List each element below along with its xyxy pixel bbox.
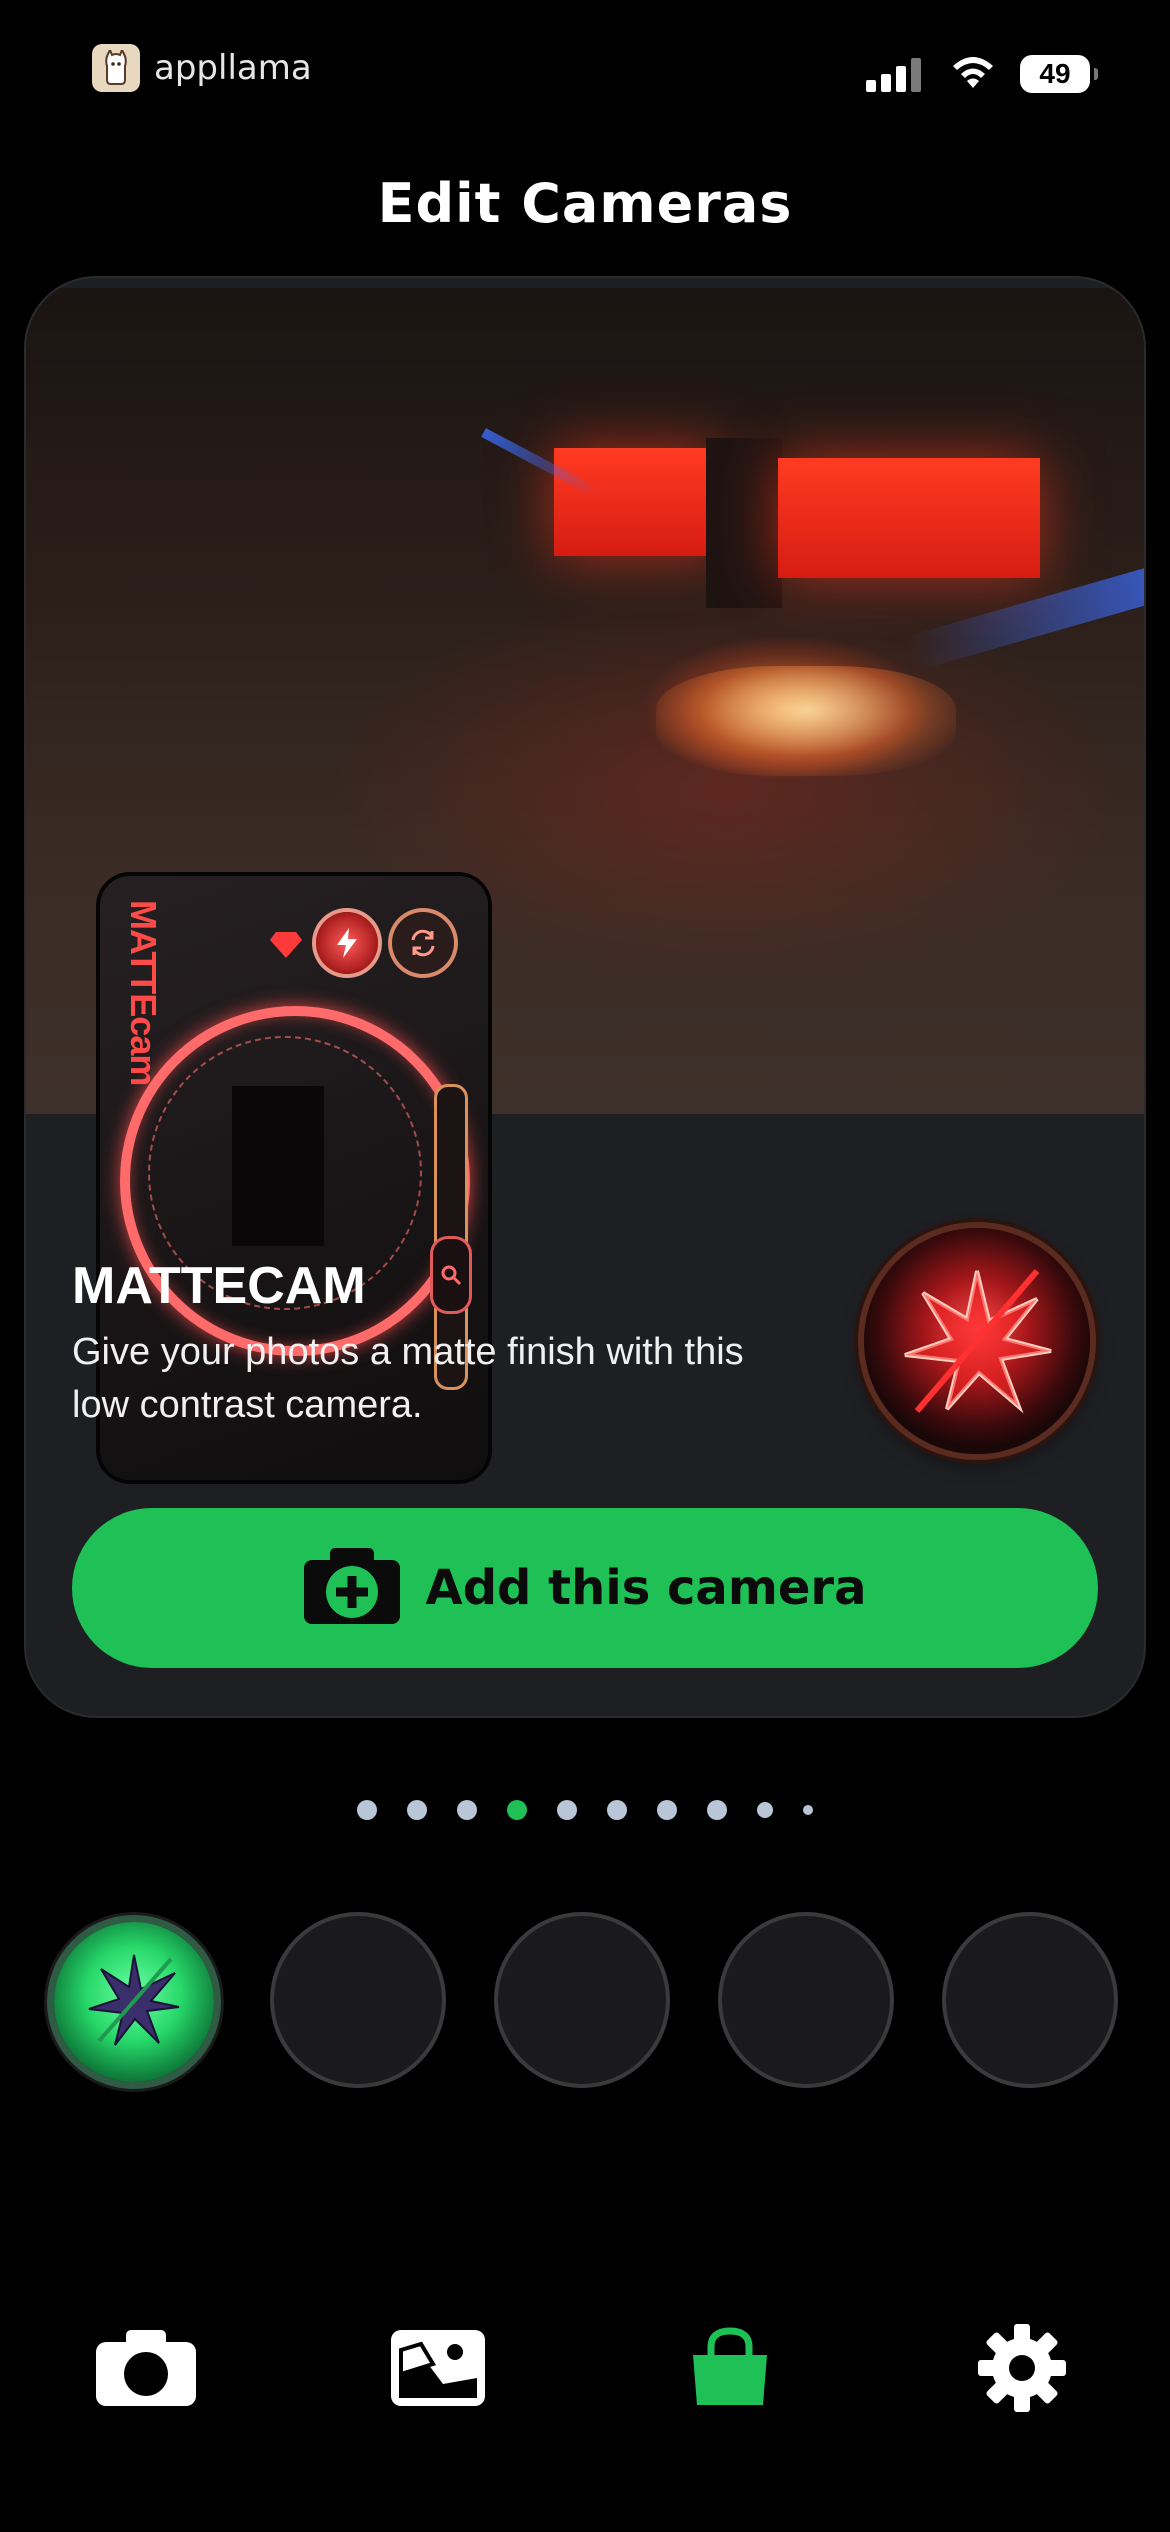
mattecam-logo: MATTEcam [123, 900, 164, 1086]
gear-icon [978, 2323, 1066, 2417]
camera-slot-empty[interactable] [270, 1912, 446, 2088]
zoom-icon [430, 1236, 472, 1314]
page-dot-active[interactable] [507, 1800, 527, 1820]
switch-camera-icon [392, 912, 454, 974]
viewfinder-shadow [232, 1086, 324, 1246]
light-beam [906, 564, 1144, 672]
shopping-bag-icon [689, 2326, 771, 2414]
diamond-icon [270, 932, 302, 963]
tab-camera[interactable] [76, 2300, 216, 2440]
status-bar: appllama 49 [0, 0, 1170, 150]
tab-gallery[interactable] [368, 2300, 508, 2440]
page-dot[interactable] [803, 1805, 813, 1815]
mattecam-badge-icon [864, 1228, 1090, 1454]
stage [656, 666, 956, 776]
page-dot[interactable] [557, 1800, 577, 1820]
add-camera-button[interactable]: Add this camera [72, 1508, 1098, 1668]
camera-card[interactable]: MATTEcam MATTECAM Give your photos a mat… [26, 278, 1144, 1716]
page-dot[interactable] [607, 1800, 627, 1820]
camera-name: MATTECAM [72, 1257, 366, 1315]
battery-indicator: 49 [1020, 54, 1098, 93]
page-dot[interactable] [657, 1800, 677, 1820]
camera-slot-empty[interactable] [942, 1912, 1118, 2088]
camera-icon [96, 2329, 196, 2411]
camera-slot-empty[interactable] [718, 1912, 894, 2088]
page-dot[interactable] [407, 1800, 427, 1820]
add-camera-icon [303, 1547, 400, 1629]
tab-shop[interactable] [660, 2300, 800, 2440]
llama-logo-icon [92, 44, 140, 92]
brand: appllama [92, 44, 312, 92]
flash-icon [316, 912, 378, 974]
page-indicator [0, 1800, 1170, 1820]
status-icons: 49 [866, 52, 1098, 95]
camera-slot-empty[interactable] [494, 1912, 670, 2088]
wifi-icon [948, 52, 998, 95]
tab-settings[interactable] [952, 2300, 1092, 2440]
camera-description: Give your photos a matte finish with thi… [72, 1331, 744, 1426]
page-dot[interactable] [757, 1802, 773, 1818]
camera-slot-selected[interactable] [54, 1922, 214, 2082]
tab-bar [0, 2300, 1170, 2440]
brand-name: appllama [154, 48, 312, 88]
page-dot[interactable] [457, 1800, 477, 1820]
star-camera-icon [79, 1945, 189, 2060]
camera-slots [52, 1912, 1124, 2092]
stage-screen-left [554, 448, 724, 556]
cellular-signal-icon [866, 56, 926, 92]
add-camera-label: Add this camera [425, 1560, 867, 1616]
gallery-icon [391, 2329, 485, 2411]
page-dot[interactable] [357, 1800, 377, 1820]
stage-screen-right [778, 458, 1040, 578]
page-title: Edit Cameras [377, 172, 793, 235]
page-dot[interactable] [707, 1800, 727, 1820]
stage-rig [706, 438, 782, 608]
